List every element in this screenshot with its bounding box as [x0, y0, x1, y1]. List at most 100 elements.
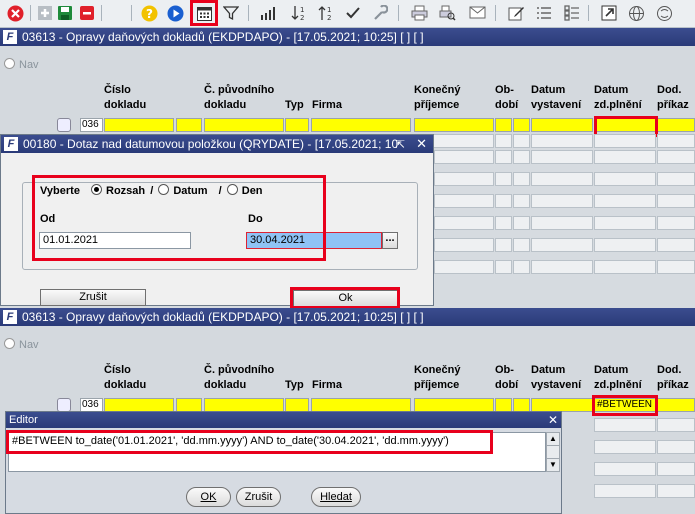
- row-number: 036: [80, 118, 103, 132]
- col-tax-date: Datum zd.plnění: [594, 84, 642, 111]
- delivery-order-field[interactable]: [657, 118, 695, 132]
- cancel-button[interactable]: Zrušit: [40, 289, 146, 306]
- svg-text:1: 1: [300, 6, 304, 14]
- recipient-field-2[interactable]: [414, 398, 494, 412]
- issue-date-field-2[interactable]: [531, 398, 593, 412]
- main-toolbar: ? 12 12: [0, 0, 695, 28]
- period-field-2b[interactable]: [513, 398, 530, 412]
- other-icon[interactable]: [655, 4, 673, 22]
- sort-asc-icon[interactable]: 12: [318, 4, 336, 22]
- doc-number-field-2[interactable]: [104, 398, 174, 412]
- col-type: Typ: [285, 99, 304, 111]
- list-icon[interactable]: [535, 4, 553, 22]
- top-window-title: 03613 - Opravy daňových dokladů (EKDPDAP…: [22, 30, 424, 44]
- nav-radio-2[interactable]: Nav: [4, 338, 39, 351]
- date-dialog-title: 00180 - Dotaz nad datumovou položkou (QR…: [23, 137, 399, 151]
- col-doc-number-2: Číslo dokladu: [104, 364, 147, 391]
- col-tax-date-2: Datum zd.plnění: [594, 364, 642, 391]
- play-icon[interactable]: [166, 4, 184, 22]
- svg-text:2: 2: [327, 14, 331, 21]
- calendar-highlight: [190, 0, 218, 26]
- filter-icon[interactable]: [222, 4, 240, 22]
- bar-chart-icon[interactable]: [260, 4, 278, 22]
- app-logo-icon: F: [3, 30, 17, 44]
- ok-highlight: [290, 287, 400, 309]
- top-grid-rows: [414, 150, 695, 300]
- scroll-up-button-2[interactable]: [57, 398, 71, 412]
- print-icon[interactable]: [410, 4, 428, 22]
- edit-icon[interactable]: [507, 4, 525, 22]
- editor-scroll-up-icon[interactable]: ▲: [547, 433, 559, 446]
- col-issue-date-2: Datum vystavení: [531, 364, 582, 391]
- wrench-icon[interactable]: [371, 4, 389, 22]
- add-icon[interactable]: [36, 4, 54, 22]
- original-doc-field-2[interactable]: [204, 398, 284, 412]
- col-original-doc: Č. původního dokladu: [204, 84, 275, 111]
- editor-dialog: Editor ✕ ▲ ▼ #BETWEEN to_date('01.01.202…: [5, 411, 562, 514]
- col-delivery-order: Dod. příkaz: [657, 84, 689, 111]
- sort-desc-icon[interactable]: 12: [291, 4, 309, 22]
- bottom-window-titlebar: F 03613 - Opravy daňových dokladů (EKDPD…: [0, 308, 695, 326]
- editor-title: Editor: [9, 414, 38, 426]
- delivery-order-field-2[interactable]: [657, 398, 695, 412]
- dialog-export-icon[interactable]: ⇱: [396, 136, 405, 154]
- type-field-2[interactable]: [285, 398, 309, 412]
- period-field-1[interactable]: [495, 118, 512, 132]
- field-2b[interactable]: [176, 398, 202, 412]
- recipient-field[interactable]: [414, 118, 494, 132]
- svg-text:?: ?: [146, 7, 153, 21]
- editor-scrollbar[interactable]: ▲ ▼: [546, 432, 560, 472]
- editor-search-button[interactable]: Hledat: [311, 487, 361, 507]
- top-form-window: F 03613 - Opravy daňových dokladů (EKDPD…: [0, 28, 695, 148]
- close-icon[interactable]: [6, 4, 24, 22]
- nav-label-2: Nav: [19, 339, 39, 351]
- col-type-2: Typ: [285, 379, 304, 391]
- svg-text:1: 1: [327, 6, 331, 14]
- date-query-dialog: F 00180 - Dotaz nad datumovou položkou (…: [0, 134, 434, 309]
- period-field-2[interactable]: [513, 118, 530, 132]
- row-number-2: 036: [80, 398, 103, 412]
- svg-text:2: 2: [300, 14, 304, 21]
- editor-cancel-button[interactable]: Zrušit: [236, 487, 281, 507]
- company-field-2[interactable]: [311, 398, 411, 412]
- col-company-2: Firma: [312, 379, 342, 391]
- col-original-doc-2: Č. původního dokladu: [204, 364, 275, 391]
- delete-icon[interactable]: [78, 4, 96, 22]
- export-icon[interactable]: [600, 4, 618, 22]
- col-recipient: Konečný příjemce: [414, 84, 461, 111]
- date-dialog-titlebar: F 00180 - Dotaz nad datumovou položkou (…: [1, 135, 433, 153]
- top-window-titlebar: F 03613 - Opravy daňových dokladů (EKDPD…: [0, 28, 695, 46]
- print-preview-icon[interactable]: [438, 4, 456, 22]
- field-2[interactable]: [176, 118, 202, 132]
- scroll-up-button[interactable]: [57, 118, 71, 132]
- company-field[interactable]: [311, 118, 411, 132]
- tax-date-highlight-2: [592, 395, 658, 416]
- nav-radio[interactable]: Nav: [4, 58, 39, 71]
- checklist-icon[interactable]: [563, 4, 581, 22]
- period-field-1b[interactable]: [495, 398, 512, 412]
- globe-icon[interactable]: [627, 4, 645, 22]
- help-icon[interactable]: ?: [140, 4, 158, 22]
- col-company: Firma: [312, 99, 342, 111]
- col-period-2: Ob-dobí: [495, 364, 519, 391]
- editor-scroll-down-icon[interactable]: ▼: [547, 458, 559, 471]
- bottom-window-title: 03613 - Opravy daňových dokladů (EKDPDAP…: [22, 310, 424, 324]
- editor-close-icon[interactable]: ✕: [548, 412, 558, 428]
- dialog-logo-icon: F: [4, 137, 18, 151]
- col-delivery-order-2: Dod. příkaz: [657, 364, 689, 391]
- editor-ok-button[interactable]: OK: [186, 487, 231, 507]
- issue-date-field[interactable]: [531, 118, 593, 132]
- check-icon[interactable]: [344, 4, 362, 22]
- type-field[interactable]: [285, 118, 309, 132]
- col-period: Ob-dobí: [495, 84, 519, 111]
- doc-number-field[interactable]: [104, 118, 174, 132]
- dialog-close-icon[interactable]: ✕: [416, 135, 427, 153]
- mail-icon[interactable]: [468, 4, 486, 22]
- col-issue-date: Datum vystavení: [531, 84, 582, 111]
- original-doc-field[interactable]: [204, 118, 284, 132]
- date-picker-button[interactable]: ...: [382, 232, 398, 249]
- date-group-highlight: [32, 175, 326, 261]
- editor-titlebar: Editor ✕: [6, 412, 561, 428]
- save-icon[interactable]: [56, 4, 74, 22]
- nav-label: Nav: [19, 59, 39, 71]
